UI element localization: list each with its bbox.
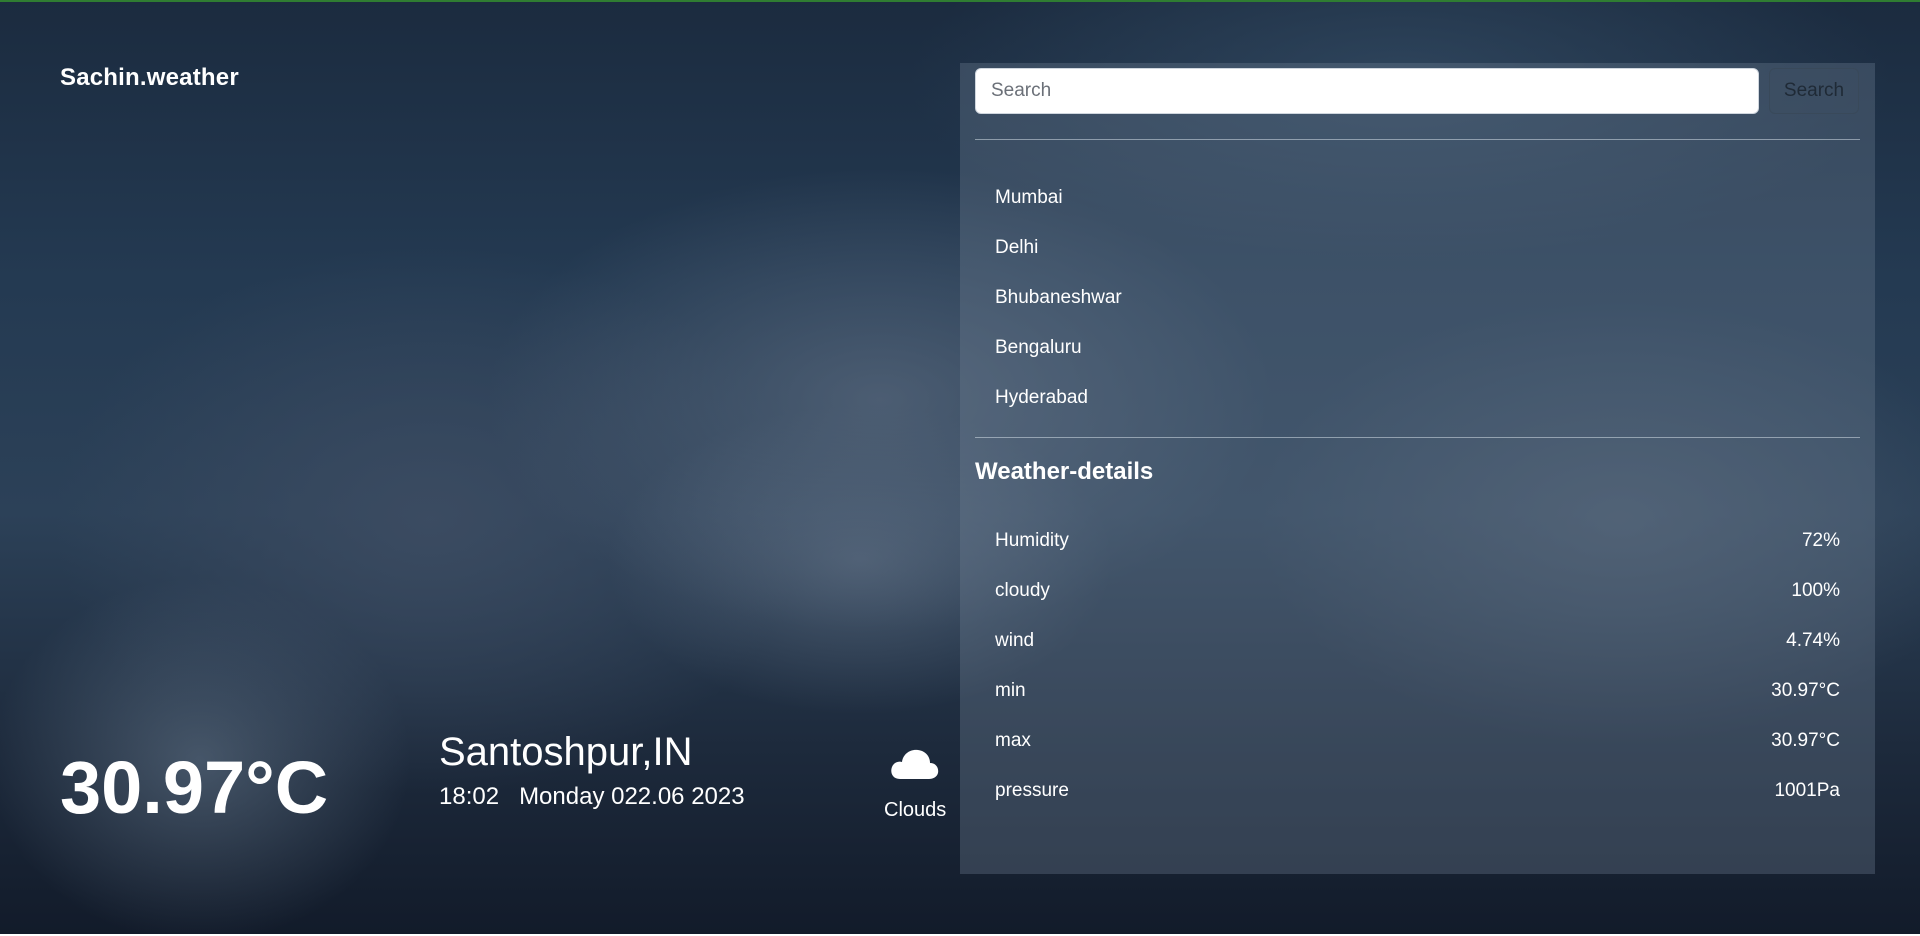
divider [975,437,1860,438]
detail-row-min: min 30.97°C [995,680,1840,730]
detail-label: wind [995,630,1035,651]
details-list: Humidity 72% cloudy 100% wind 4.74% min … [975,530,1860,830]
weather-app: Sachin.weather 30.97°C Santoshpur,IN 18:… [0,0,1920,934]
current-time: 18:02 [439,783,500,810]
detail-value: 100% [1791,580,1840,601]
city-item-bhubaneshwar[interactable]: Bhubaneshwar [995,287,1860,337]
datetime: 18:02 Monday 022.06 2023 [439,783,745,811]
current-date: Monday 022.06 2023 [519,783,745,810]
detail-label: Humidity [995,530,1069,551]
detail-value: 72% [1801,530,1840,551]
search-bar: Search [975,68,1860,114]
current-temperature: 30.97°C [60,746,329,829]
city-list: Mumbai Delhi Bhubaneshwar Bengaluru Hyde… [975,187,1860,437]
search-button[interactable]: Search [1769,68,1859,114]
city-item-delhi[interactable]: Delhi [995,237,1860,287]
detail-value: 30.97°C [1771,730,1840,751]
detail-label: cloudy [995,580,1050,601]
detail-label: min [995,680,1026,701]
city-item-mumbai[interactable]: Mumbai [995,187,1860,237]
divider [975,139,1860,140]
city-item-bengaluru[interactable]: Bengaluru [995,337,1860,387]
search-input[interactable] [975,68,1759,114]
detail-label: max [995,730,1031,751]
city-item-hyderabad[interactable]: Hyderabad [995,387,1860,437]
detail-label: pressure [995,780,1069,801]
location-block: Santoshpur,IN 18:02 Monday 022.06 2023 [439,730,745,811]
detail-value: 4.74% [1786,630,1840,651]
detail-row-cloudy: cloudy 100% [995,580,1840,630]
detail-row-wind: wind 4.74% [995,630,1840,680]
condition-label: Clouds [884,799,947,821]
detail-row-humidity: Humidity 72% [995,530,1840,580]
detail-row-pressure: pressure 1001Pa [995,780,1840,830]
location-name: Santoshpur,IN [439,730,693,774]
condition-block: Clouds [884,745,947,822]
detail-row-max: max 30.97°C [995,730,1840,780]
detail-value: 30.97°C [1771,680,1840,701]
cloud-icon [891,749,939,779]
details-title: Weather-details [975,458,1154,485]
brand-logo[interactable]: Sachin.weather [60,64,239,92]
detail-value: 1001Pa [1774,780,1840,801]
side-panel: Search Mumbai Delhi Bhubaneshwar Bengalu… [960,63,1875,874]
top-accent-line [0,0,1920,2]
